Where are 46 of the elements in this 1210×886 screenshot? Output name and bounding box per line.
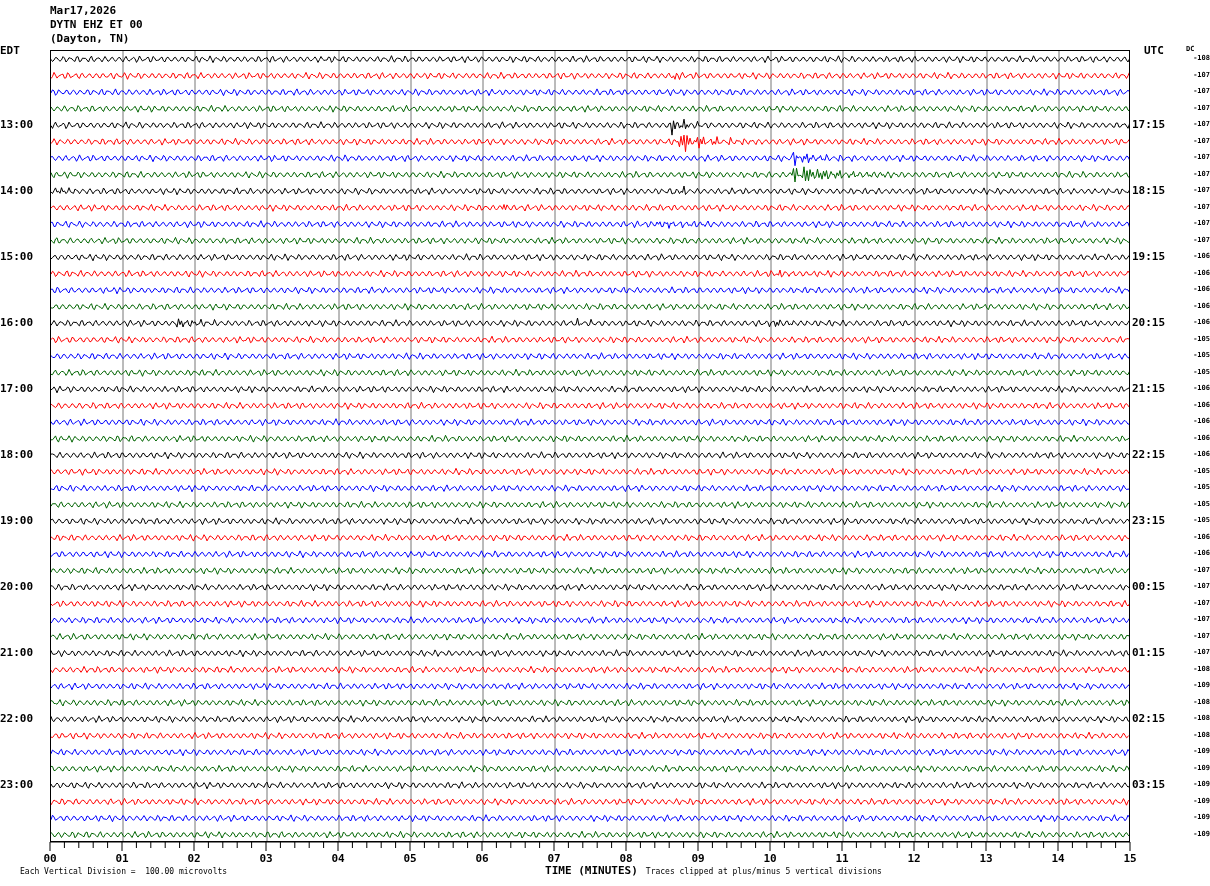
location-label: (Dayton, TN) xyxy=(50,32,131,46)
axis-tick-label: 06 xyxy=(475,852,489,865)
time-label: 20:00 xyxy=(0,579,34,593)
time-label: 21:00 xyxy=(0,645,34,659)
time-label: 01:15 xyxy=(1131,645,1166,659)
axis-tick-label: 10 xyxy=(763,852,777,865)
clip-note: Traces clipped at plus/minus 5 vertical divisions xyxy=(645,866,882,878)
time-label: 14:00 xyxy=(0,183,34,197)
axis-tick-label: 09 xyxy=(691,852,705,865)
time-label: 13:00 xyxy=(0,117,34,131)
axis-tick-label: 15 xyxy=(1123,852,1137,865)
time-label: 22:00 xyxy=(0,711,34,725)
time-label: 22:15 xyxy=(1131,447,1166,461)
axis-tick-label: 02 xyxy=(187,852,201,865)
station-label: DYTN EHZ ET 00 xyxy=(50,18,144,32)
scale-note: Each Vertical Division = 100.00 microvolts xyxy=(20,866,228,878)
axis-title: TIME (MINUTES) xyxy=(545,865,638,877)
time-label: 18:00 xyxy=(0,447,34,461)
time-label: 23:15 xyxy=(1131,513,1166,527)
timezone-label: UTC xyxy=(1144,44,1164,57)
axis-tick-label: 00 xyxy=(43,852,57,865)
time-label: 23:00 xyxy=(0,777,34,791)
axis-tick-label: 11 xyxy=(835,852,849,865)
axis-tick-label: 14 xyxy=(1051,852,1065,865)
axis-tick-label: 01 xyxy=(115,852,129,865)
timezone-label: EDT xyxy=(0,44,20,57)
date-label: Mar17,2026 xyxy=(50,4,118,18)
axis-tick-label: 08 xyxy=(619,852,633,865)
time-label: 03:15 xyxy=(1131,777,1166,791)
time-label: 17:15 xyxy=(1131,117,1166,131)
time-label: 17:00 xyxy=(0,381,34,395)
time-label: 02:15 xyxy=(1131,711,1166,725)
time-label: 16:00 xyxy=(0,315,34,329)
axis-tick-label: 13 xyxy=(979,852,993,865)
time-label: 19:15 xyxy=(1131,249,1166,263)
axis-tick-label: 04 xyxy=(331,852,345,865)
time-label: 18:15 xyxy=(1131,183,1166,197)
time-label: 19:00 xyxy=(0,513,34,527)
time-label: 00:15 xyxy=(1131,579,1166,593)
axis-tick-label: 07 xyxy=(547,852,561,865)
axis-tick-label: 05 xyxy=(403,852,417,865)
time-label: 21:15 xyxy=(1131,381,1166,395)
axis-tick-label: 12 xyxy=(907,852,921,865)
time-label: 15:00 xyxy=(0,249,34,263)
time-label: 20:15 xyxy=(1131,315,1166,329)
axis-tick-label: 03 xyxy=(259,852,273,865)
